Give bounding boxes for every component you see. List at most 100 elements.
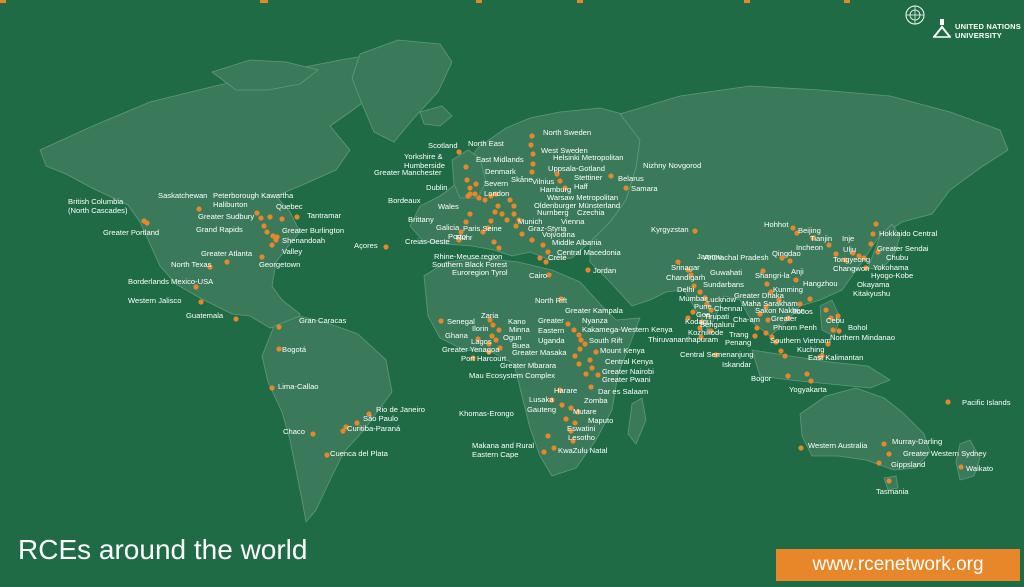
rce-marker[interactable] (765, 317, 771, 323)
rce-marker[interactable] (541, 449, 547, 455)
rce-marker[interactable] (279, 216, 285, 222)
rce-marker[interactable] (463, 164, 469, 170)
rce-marker[interactable] (565, 321, 571, 327)
rce-marker[interactable] (790, 225, 796, 231)
rce-marker[interactable] (571, 327, 577, 333)
rce-marker[interactable] (873, 221, 879, 227)
rce-marker[interactable] (438, 318, 444, 324)
rce-marker[interactable] (881, 441, 887, 447)
rce-marker[interactable] (529, 237, 535, 243)
rce-marker[interactable] (507, 197, 513, 203)
rce-marker[interactable] (830, 327, 836, 333)
rce-marker[interactable] (593, 349, 599, 355)
rce-marker[interactable] (787, 258, 793, 264)
rce-marker[interactable] (464, 177, 470, 183)
rce-marker[interactable] (276, 324, 282, 330)
rce-marker[interactable] (496, 327, 502, 333)
rce-marker[interactable] (530, 161, 536, 167)
rce-marker[interactable] (383, 244, 389, 250)
rce-marker[interactable] (473, 181, 479, 187)
rce-marker[interactable] (467, 211, 473, 217)
rce-marker[interactable] (583, 371, 589, 377)
rce-marker[interactable] (491, 239, 497, 245)
rce-marker[interactable] (945, 399, 951, 405)
rce-marker[interactable] (254, 210, 260, 216)
rce-marker[interactable] (528, 142, 534, 148)
rce-marker[interactable] (529, 133, 535, 139)
rce-marker[interactable] (782, 353, 788, 359)
rce-marker[interactable] (778, 348, 784, 354)
rce-marker[interactable] (808, 378, 814, 384)
rce-marker[interactable] (511, 203, 517, 209)
website-link[interactable]: www.rcenetwork.org (776, 549, 1020, 581)
rce-marker[interactable] (267, 214, 273, 220)
rce-marker[interactable] (557, 178, 563, 184)
rce-marker[interactable] (472, 191, 478, 197)
rce-marker[interactable] (798, 445, 804, 451)
rce-marker[interactable] (886, 478, 892, 484)
rce-marker[interactable] (294, 214, 300, 220)
rce-marker[interactable] (493, 337, 499, 343)
rce-marker[interactable] (958, 464, 964, 470)
rce-marker[interactable] (144, 220, 150, 226)
rce-marker[interactable] (585, 267, 591, 273)
rce-marker[interactable] (572, 353, 578, 359)
rce-marker[interactable] (576, 332, 582, 338)
rce-marker[interactable] (259, 254, 265, 260)
rce-marker[interactable] (476, 195, 482, 201)
rce-marker[interactable] (261, 223, 267, 229)
rce-marker[interactable] (488, 218, 494, 224)
rce-marker[interactable] (763, 330, 769, 336)
rce-marker[interactable] (269, 385, 275, 391)
rce-marker[interactable] (826, 242, 832, 248)
rce-marker[interactable] (608, 173, 614, 179)
rce-marker[interactable] (258, 215, 264, 221)
rce-marker[interactable] (785, 373, 791, 379)
rce-marker[interactable] (492, 209, 498, 215)
rce-marker[interactable] (482, 197, 488, 203)
rce-marker[interactable] (465, 193, 471, 199)
rce-marker[interactable] (269, 242, 275, 248)
rce-marker[interactable] (623, 185, 629, 191)
rce-marker[interactable] (273, 237, 279, 243)
rce-marker[interactable] (537, 255, 543, 261)
rce-marker[interactable] (196, 206, 202, 212)
rce-marker[interactable] (563, 416, 569, 422)
rce-marker[interactable] (886, 451, 892, 457)
rce-marker[interactable] (823, 307, 829, 313)
rce-marker[interactable] (577, 346, 583, 352)
rce-marker[interactable] (511, 211, 517, 217)
rce-marker[interactable] (870, 231, 876, 237)
rce-marker[interactable] (496, 245, 502, 251)
rce-marker[interactable] (807, 296, 813, 302)
rce-marker[interactable] (495, 203, 501, 209)
rce-marker[interactable] (576, 361, 582, 367)
rce-marker[interactable] (467, 185, 473, 191)
rce-marker[interactable] (588, 384, 594, 390)
rce-marker[interactable] (876, 460, 882, 466)
rce-marker[interactable] (692, 228, 698, 234)
rce-marker[interactable] (198, 299, 204, 305)
rce-marker[interactable] (546, 272, 552, 278)
rce-marker[interactable] (589, 365, 595, 371)
rce-marker[interactable] (582, 341, 588, 347)
rce-marker[interactable] (587, 357, 593, 363)
rce-marker[interactable] (868, 241, 874, 247)
rce-marker[interactable] (233, 316, 239, 322)
rce-marker[interactable] (752, 333, 758, 339)
rce-marker[interactable] (545, 433, 551, 439)
rce-marker[interactable] (499, 211, 505, 217)
rce-marker[interactable] (804, 371, 810, 377)
rce-marker[interactable] (754, 325, 760, 331)
rce-marker[interactable] (456, 149, 462, 155)
rce-marker[interactable] (793, 277, 799, 283)
rce-marker[interactable] (310, 431, 316, 437)
rce-marker[interactable] (504, 217, 510, 223)
rce-marker[interactable] (324, 452, 330, 458)
rce-marker[interactable] (551, 445, 557, 451)
rce-marker[interactable] (276, 346, 282, 352)
rce-marker[interactable] (530, 151, 536, 157)
rce-marker[interactable] (578, 337, 584, 343)
rce-marker[interactable] (559, 402, 565, 408)
rce-marker[interactable] (519, 231, 525, 237)
